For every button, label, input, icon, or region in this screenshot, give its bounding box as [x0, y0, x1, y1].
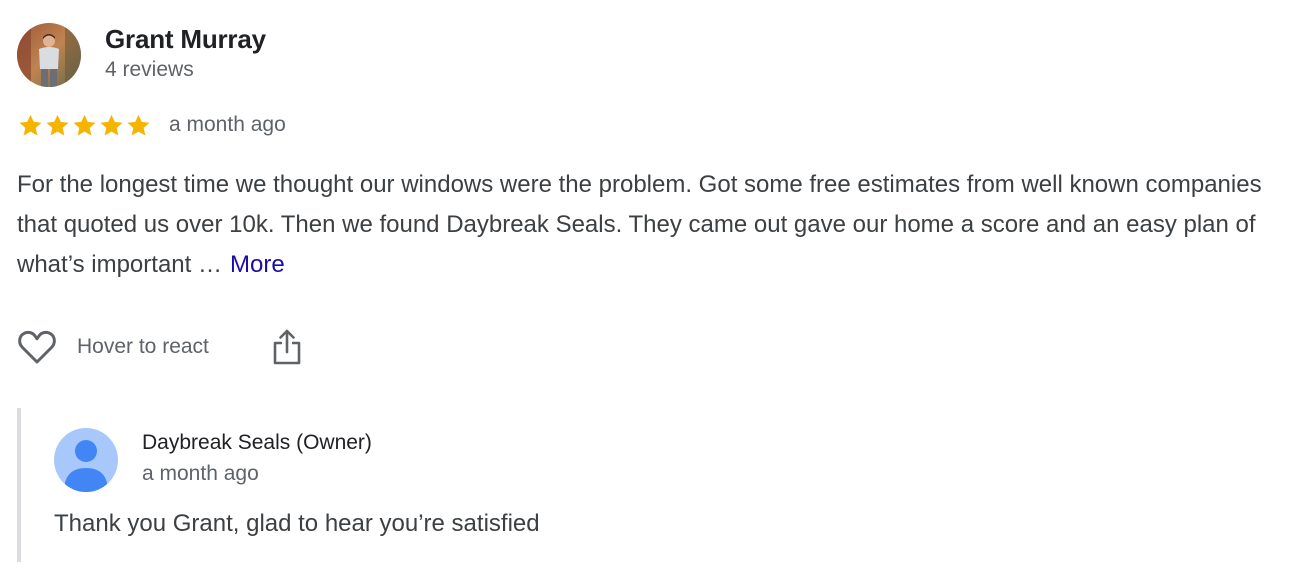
star-icon — [19, 114, 42, 136]
star-icon — [46, 114, 69, 136]
reviewer-review-count[interactable]: 4 reviews — [105, 58, 194, 82]
review-actions: Hover to react — [17, 327, 305, 367]
share-icon — [273, 329, 301, 365]
star-icon — [100, 114, 123, 136]
rating-row: a month ago — [17, 110, 286, 140]
review-text: For the longest time we thought our wind… — [17, 165, 1282, 285]
react-button[interactable] — [17, 327, 57, 367]
review-body: For the longest time we thought our wind… — [17, 171, 1262, 278]
star-rating — [17, 112, 152, 139]
default-person-icon — [54, 428, 118, 492]
review-card: Grant Murray 4 reviews a month ago For t… — [0, 0, 1294, 580]
star-icon — [73, 114, 96, 136]
more-link[interactable]: More — [230, 251, 285, 278]
reviewer-name[interactable]: Grant Murray — [105, 24, 266, 55]
star-icon — [127, 114, 150, 136]
owner-avatar — [54, 428, 118, 492]
owner-name: Daybreak Seals (Owner) — [142, 431, 372, 454]
share-button[interactable] — [269, 327, 305, 367]
owner-reply: Daybreak Seals (Owner) a month ago Thank… — [17, 408, 1281, 562]
owner-reply-date: a month ago — [142, 462, 259, 485]
heart-outline-icon — [18, 330, 56, 364]
reviewer-avatar[interactable] — [17, 23, 81, 87]
owner-reply-text: Thank you Grant, glad to hear you’re sat… — [54, 510, 540, 537]
react-label[interactable]: Hover to react — [77, 335, 209, 359]
review-date: a month ago — [169, 113, 286, 136]
